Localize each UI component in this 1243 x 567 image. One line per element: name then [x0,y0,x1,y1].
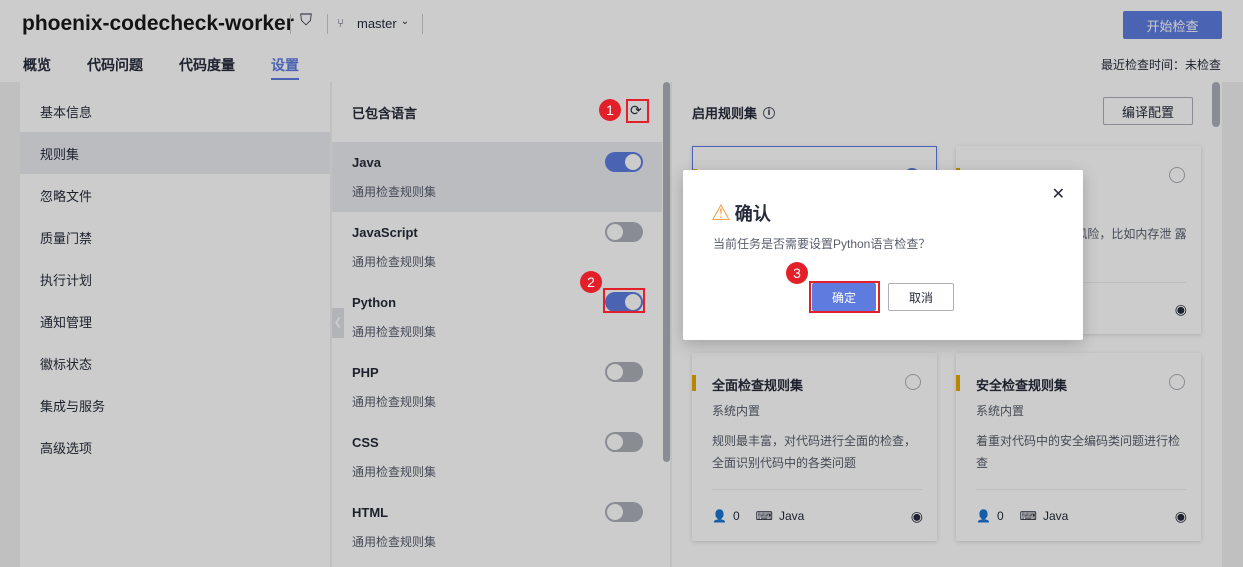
dialog-title: 确认 [734,204,771,224]
annotation-box-refresh [626,99,649,123]
annotation-box-confirm [809,281,880,313]
annotation-box-python-toggle [603,288,645,313]
confirm-dialog: ✕ ⚠ 确认 当前任务是否需要设置Python语言检查？ 确定 取消 [683,170,1083,340]
dialog-message: 当前任务是否需要设置Python语言检查？ [713,237,931,251]
annotation-badge-2: 2 [580,271,602,293]
annotation-badge-1: 1 [599,99,621,121]
cancel-button[interactable]: 取消 [888,283,954,311]
close-icon[interactable]: ✕ [1052,184,1065,204]
warning-icon: ⚠ [711,200,731,225]
annotation-badge-3: 3 [786,262,808,284]
